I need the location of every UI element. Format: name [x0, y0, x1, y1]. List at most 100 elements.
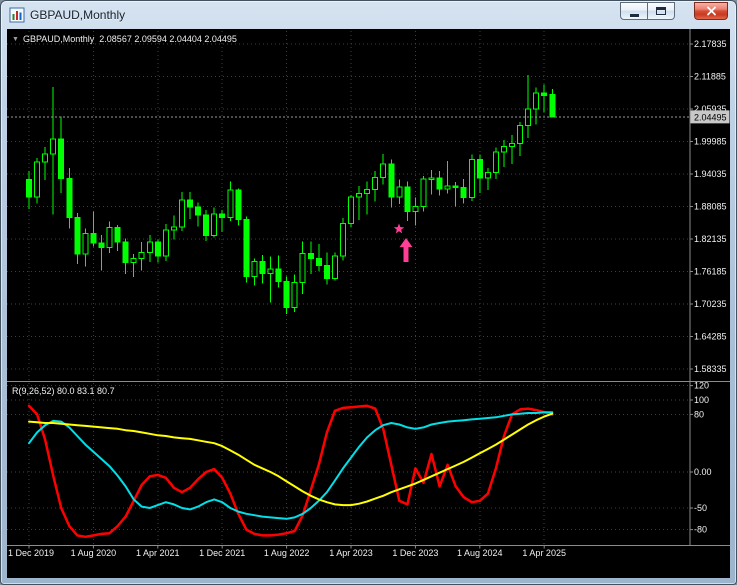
price-axis-label: 1.82135 [694, 234, 727, 244]
candle-body [170, 226, 177, 231]
candle-body [307, 252, 314, 259]
candle-body [299, 252, 306, 283]
candle-body [348, 196, 354, 224]
ohlc-info: ▼ GBPAUD,Monthly 2.08567 2.09594 2.04404… [12, 34, 237, 44]
candle-body [275, 268, 282, 282]
candle-body [492, 151, 499, 174]
candle-body [162, 229, 169, 257]
candle-body [460, 186, 467, 199]
candle-body [130, 257, 137, 264]
candle-body [412, 205, 419, 212]
time-axis-label: 1 Dec 2021 [199, 548, 245, 558]
indicator-axis-label: -50 [694, 503, 707, 513]
candle-body [106, 227, 113, 248]
price-axis-label: 1.76185 [694, 267, 727, 277]
time-axis-label: 1 Apr 2025 [522, 548, 566, 558]
candle-body [154, 241, 161, 257]
candle-body [203, 214, 210, 236]
candle-body [339, 222, 346, 257]
candle-body [251, 261, 258, 277]
candle-body [66, 178, 73, 218]
candle-body [549, 94, 556, 118]
candle-body [146, 241, 153, 253]
candle-body [331, 255, 338, 280]
candle-body [468, 158, 475, 199]
ohlc-text: GBPAUD,Monthly 2.08567 2.09594 2.04404 2… [22, 34, 237, 44]
candle-body [323, 264, 330, 280]
chart-canvas[interactable]: 1 Dec 2019 1 Aug 2020 1 Apr 2021 1 Dec 2021… [7, 29, 730, 578]
price-axis-label: 1.99985 [694, 137, 727, 147]
candle-body [195, 206, 202, 216]
indicator-axis-label: 80 [694, 409, 704, 419]
candle-body [211, 213, 218, 236]
indicator-axis-label: 120 [694, 381, 709, 391]
candle-body [364, 188, 371, 194]
window-title: GBPAUD,Monthly [30, 8, 126, 22]
candle-body [436, 177, 443, 190]
candle-body [500, 145, 507, 153]
minimize-button[interactable] [620, 2, 648, 20]
candle-body [396, 186, 403, 198]
time-axis-label: 1 Apr 2021 [136, 548, 180, 558]
candle-body [178, 199, 185, 228]
time-axis-label: 1 Dec 2023 [392, 548, 438, 558]
candle-body [315, 257, 322, 266]
close-icon [706, 6, 716, 16]
candle-body [122, 241, 129, 264]
candle-body [509, 143, 515, 147]
candle-body [428, 177, 435, 181]
collapse-triangle-icon[interactable]: ▼ [12, 36, 19, 43]
indicator-label: R(9,26,52) 80.0 83.1 80.7 [12, 386, 115, 396]
candle-body [227, 189, 234, 218]
indicator-axis-label: 100 [694, 395, 709, 405]
candle-body [42, 153, 49, 163]
time-axis-label: 1 Aug 2024 [457, 548, 503, 558]
minimize-icon [629, 13, 639, 17]
candle-body [484, 172, 491, 179]
candle-body [420, 178, 427, 207]
candle-body [517, 125, 524, 145]
titlebar[interactable]: GBPAUD,Monthly [1, 1, 736, 29]
candle-body [452, 185, 459, 189]
candle-body [235, 189, 242, 221]
candle-body [58, 138, 65, 180]
candle-body [356, 192, 363, 198]
maximize-button[interactable] [648, 2, 675, 20]
price-axis-label: 1.70235 [694, 299, 727, 309]
candle-body [388, 163, 395, 198]
mt4-chart-window: GBPAUD,Monthly 1 Dec 2019 1 Aug 2020 1 Apr… [0, 0, 737, 585]
candle-body [114, 227, 121, 243]
indicator-line-yellow [28, 412, 554, 507]
candle-body [283, 280, 290, 308]
candle-body [259, 261, 266, 275]
candle-body [525, 108, 532, 127]
price-axis-label: 1.88085 [694, 202, 727, 212]
candle-body [187, 199, 193, 208]
star-marker-icon [393, 223, 405, 234]
candle-body [138, 251, 145, 259]
candle-body [291, 281, 298, 308]
candle-body [26, 179, 32, 198]
candle-body [541, 92, 548, 97]
candle-body [98, 242, 105, 248]
time-axis-label: 1 Aug 2022 [264, 548, 310, 558]
indicator-axis-label: 0.00 [694, 467, 712, 477]
candle-body [74, 216, 81, 255]
close-button[interactable] [694, 2, 728, 20]
candle-body [476, 158, 483, 179]
chart-app-icon [9, 7, 25, 23]
indicator-axis-label: -80 [694, 525, 707, 535]
time-axis-label: 1 Apr 2023 [329, 548, 373, 558]
current-price-label: 2.04495 [694, 112, 727, 122]
candle-body [219, 213, 226, 218]
price-axis-label: 2.11885 [694, 72, 726, 82]
chart-client-area[interactable]: 1 Dec 2019 1 Aug 2020 1 Apr 2021 1 Dec 2021… [7, 29, 730, 578]
candle-body [243, 219, 250, 277]
candle-body [404, 186, 411, 212]
price-axis-label: 1.58335 [694, 364, 727, 374]
price-axis-label: 1.94035 [694, 169, 727, 179]
candle-body [372, 176, 379, 190]
candle-body [380, 163, 387, 178]
window-controls [620, 2, 728, 20]
candle-body [533, 92, 540, 110]
